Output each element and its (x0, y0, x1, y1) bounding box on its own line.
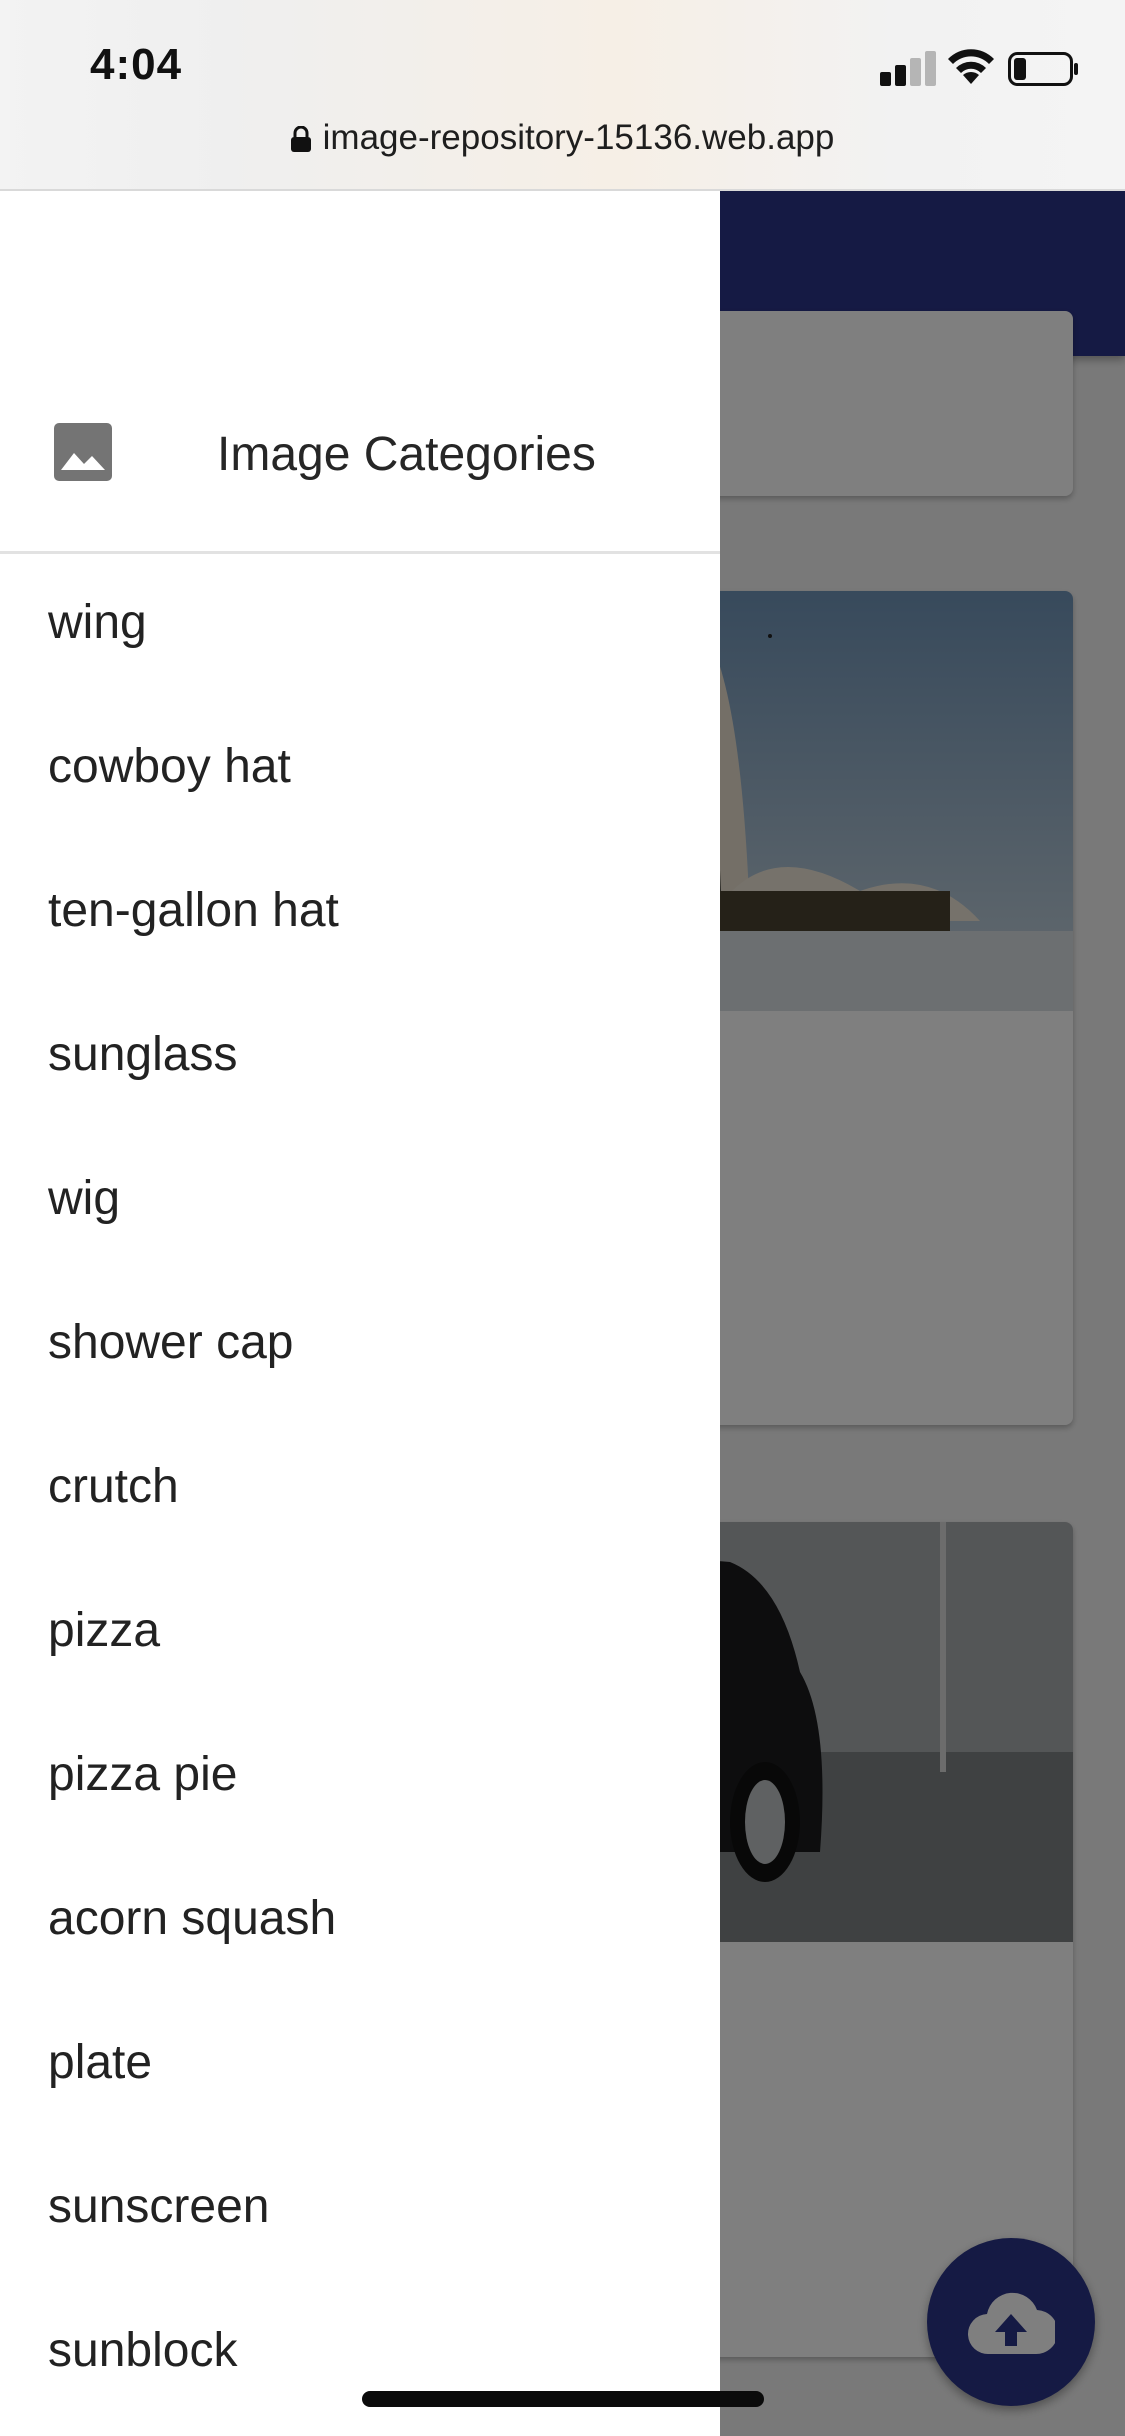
battery-icon (1008, 52, 1078, 86)
lock-icon (290, 126, 311, 152)
category-item[interactable]: sunglass (0, 983, 720, 1127)
url-text: image-repository-15136.web.app (322, 118, 835, 157)
category-item[interactable]: pizza (0, 1559, 720, 1703)
status-bar: 4:04 image-repository-15136.web.app (0, 0, 1125, 191)
image-icon (54, 423, 112, 481)
category-item[interactable]: acorn squash (0, 1847, 720, 1991)
category-list: wing cowboy hat ten-gallon hat sunglass … (0, 551, 720, 2423)
category-item[interactable]: plate (0, 1991, 720, 2135)
category-item[interactable]: crutch (0, 1415, 720, 1559)
category-drawer: Image Categories wing cowboy hat ten-gal… (0, 191, 720, 2436)
category-item[interactable]: cowboy hat (0, 695, 720, 839)
status-time: 4:04 (90, 40, 183, 89)
drawer-header: Image Categories (0, 191, 720, 554)
category-item[interactable]: pizza pie (0, 1703, 720, 1847)
drawer-title: Image Categories (217, 428, 596, 481)
wifi-icon (948, 49, 994, 84)
category-item[interactable]: wing (0, 551, 720, 695)
url-bar[interactable]: image-repository-15136.web.app (0, 118, 1125, 158)
category-item[interactable]: ten-gallon hat (0, 839, 720, 983)
category-item[interactable]: sunscreen (0, 2135, 720, 2279)
category-item[interactable]: wig (0, 1127, 720, 1271)
signal-icon (880, 50, 936, 86)
home-indicator (362, 2391, 764, 2407)
category-item[interactable]: shower cap (0, 1271, 720, 1415)
